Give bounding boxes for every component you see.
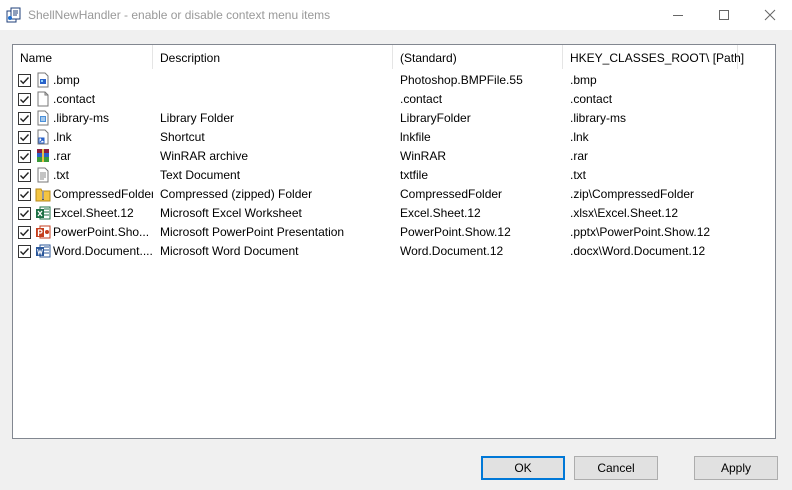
table-row[interactable]: .bmp Photoshop.BMPFile.55 .bmp bbox=[13, 71, 775, 90]
table-row[interactable]: Excel.Sheet.12 Microsoft Excel Worksheet E… bbox=[13, 204, 775, 223]
enable-checkbox[interactable] bbox=[18, 74, 31, 87]
maximize-icon bbox=[719, 10, 729, 20]
checkmark-icon bbox=[20, 77, 30, 85]
enable-checkbox[interactable] bbox=[18, 150, 31, 163]
column-header-name[interactable]: Name bbox=[13, 45, 153, 69]
enable-checkbox[interactable] bbox=[18, 112, 31, 125]
cell-description: Compressed (zipped) Folder bbox=[160, 187, 313, 201]
table-row[interactable]: .txt Text Document txtfile .txt bbox=[13, 166, 775, 185]
checkmark-icon bbox=[20, 115, 30, 123]
checkmark-icon bbox=[20, 134, 30, 142]
cell-path: .bmp bbox=[570, 73, 597, 87]
checkmark-icon bbox=[20, 210, 30, 218]
cell-standard: Excel.Sheet.12 bbox=[400, 206, 481, 220]
cell-path: .xlsx\Excel.Sheet.12 bbox=[570, 206, 679, 220]
maximize-button[interactable] bbox=[701, 0, 747, 30]
cell-standard: .contact bbox=[400, 92, 443, 106]
table-row[interactable]: .contact .contact .contact bbox=[13, 90, 775, 109]
cell-name: Excel.Sheet.12 bbox=[53, 206, 134, 220]
ok-button[interactable]: OK bbox=[481, 456, 565, 480]
column-header-standard[interactable]: (Standard) bbox=[393, 45, 563, 69]
text-file-icon bbox=[37, 167, 49, 183]
context-menu-list[interactable]: Name Description (Standard) HKEY_CLASSES… bbox=[12, 44, 776, 439]
powerpoint-icon bbox=[36, 225, 51, 239]
checkmark-icon bbox=[20, 229, 30, 237]
shortcut-file-icon bbox=[37, 129, 49, 145]
title-bar: ShellNewHandler - enable or disable cont… bbox=[0, 0, 792, 30]
cell-name: .library-ms bbox=[53, 111, 109, 125]
cell-standard: CompressedFolder bbox=[400, 187, 503, 201]
cell-description bbox=[160, 90, 393, 109]
cell-description: Microsoft PowerPoint Presentation bbox=[160, 225, 345, 239]
cell-description: Microsoft Excel Worksheet bbox=[160, 206, 302, 220]
cell-name: PowerPoint.Sho... bbox=[53, 225, 150, 239]
library-file-icon bbox=[37, 110, 49, 126]
checkmark-icon bbox=[20, 96, 30, 104]
checkmark-icon bbox=[20, 153, 30, 161]
bmp-file-icon bbox=[37, 72, 49, 88]
cell-name: .contact bbox=[53, 92, 96, 106]
table-row[interactable]: PowerPoint.Sho... Microsoft PowerPoint Pr… bbox=[13, 223, 775, 242]
list-header: Name Description (Standard) HKEY_CLASSES… bbox=[13, 45, 775, 69]
zip-folder-icon bbox=[35, 188, 51, 202]
winrar-icon bbox=[37, 149, 49, 162]
enable-checkbox[interactable] bbox=[18, 131, 31, 144]
cell-path: .txt bbox=[570, 168, 587, 182]
column-header-description[interactable]: Description bbox=[153, 45, 393, 69]
cell-path: .pptx\PowerPoint.Show.12 bbox=[570, 225, 711, 239]
cell-name: .rar bbox=[53, 149, 71, 163]
cell-name: .lnk bbox=[53, 130, 72, 144]
cell-standard: PowerPoint.Show.12 bbox=[400, 225, 511, 239]
cell-path: .docx\Word.Document.12 bbox=[570, 244, 706, 258]
close-icon bbox=[764, 9, 776, 21]
cell-path: .library-ms bbox=[570, 111, 626, 125]
cell-name: .txt bbox=[53, 168, 70, 182]
cell-standard: Word.Document.12 bbox=[400, 244, 504, 258]
cell-description: Microsoft Word Document bbox=[160, 244, 299, 258]
cell-name: .bmp bbox=[53, 73, 80, 87]
cancel-button[interactable]: Cancel bbox=[574, 456, 658, 480]
close-button[interactable] bbox=[747, 0, 792, 30]
cell-path: .rar bbox=[570, 149, 588, 163]
cell-standard: Photoshop.BMPFile.55 bbox=[400, 73, 523, 87]
enable-checkbox[interactable] bbox=[18, 169, 31, 182]
cell-standard: lnkfile bbox=[400, 130, 431, 144]
enable-checkbox[interactable] bbox=[18, 207, 31, 220]
cell-standard: LibraryFolder bbox=[400, 111, 471, 125]
excel-icon bbox=[36, 206, 51, 220]
table-row[interactable]: .rar WinRAR archive WinRAR .rar bbox=[13, 147, 775, 166]
table-row[interactable]: CompressedFolder Compressed (zipped) Fold… bbox=[13, 185, 775, 204]
word-icon bbox=[36, 244, 51, 258]
cell-description: Text Document bbox=[160, 168, 241, 182]
cell-description bbox=[160, 71, 393, 90]
table-row[interactable]: .library-ms Library Folder LibraryFolder .l… bbox=[13, 109, 775, 128]
cell-description: Library Folder bbox=[160, 111, 235, 125]
enable-checkbox[interactable] bbox=[18, 188, 31, 201]
table-row[interactable]: .lnk Shortcut lnkfile .lnk bbox=[13, 128, 775, 147]
cell-description: WinRAR archive bbox=[160, 149, 249, 163]
cell-path: .zip\CompressedFolder bbox=[570, 187, 695, 201]
cell-path: .contact bbox=[570, 92, 613, 106]
cell-name: CompressedFolder bbox=[53, 187, 153, 201]
apply-button[interactable]: Apply bbox=[694, 456, 778, 480]
minimize-icon bbox=[673, 15, 683, 16]
minimize-button[interactable] bbox=[655, 0, 701, 30]
table-row[interactable]: Word.Document.... Microsoft Word Document… bbox=[13, 242, 775, 261]
column-header-path[interactable]: HKEY_CLASSES_ROOT\ [Path] bbox=[563, 45, 744, 69]
cell-standard: WinRAR bbox=[400, 149, 447, 163]
cell-standard: txtfile bbox=[400, 168, 429, 182]
enable-checkbox[interactable] bbox=[18, 226, 31, 239]
checkmark-icon bbox=[20, 191, 30, 199]
enable-checkbox[interactable] bbox=[18, 245, 31, 258]
cell-description: Shortcut bbox=[160, 130, 205, 144]
blank-file-icon bbox=[37, 91, 49, 107]
enable-checkbox[interactable] bbox=[18, 93, 31, 106]
window-title: ShellNewHandler - enable or disable cont… bbox=[28, 8, 331, 22]
checkmark-icon bbox=[20, 172, 30, 180]
checkmark-icon bbox=[20, 248, 30, 256]
cell-name: Word.Document.... bbox=[53, 244, 153, 258]
cell-path: .lnk bbox=[570, 130, 589, 144]
app-icon bbox=[6, 7, 21, 23]
